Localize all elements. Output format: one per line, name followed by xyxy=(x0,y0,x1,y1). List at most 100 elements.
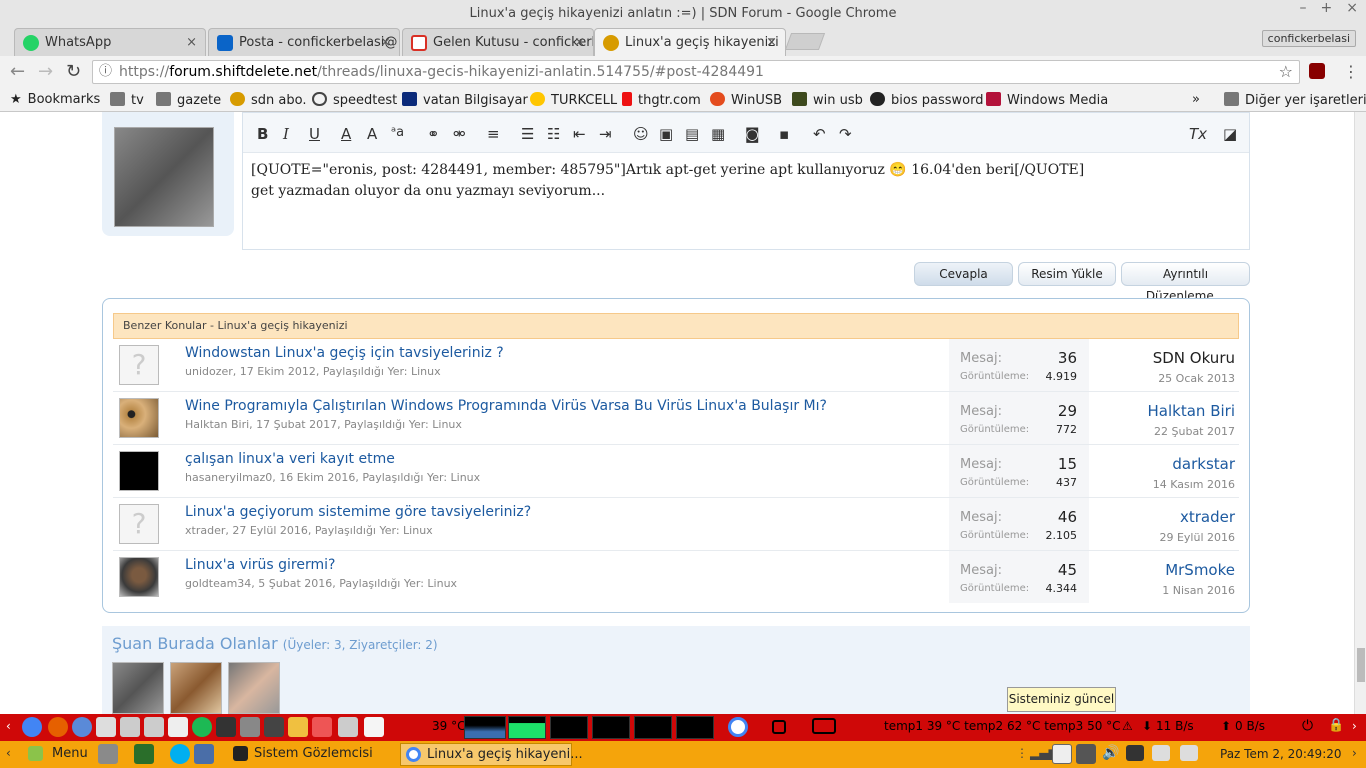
last-poster[interactable]: darkstar xyxy=(1172,455,1235,473)
reload-icon[interactable]: ↻ xyxy=(66,61,81,82)
last-post-date[interactable]: 29 Eylül 2016 xyxy=(1159,531,1235,544)
menu-button[interactable]: Menu xyxy=(22,743,88,766)
bookmark-turkcell[interactable]: TURKCELL xyxy=(530,92,617,108)
network-signal-icon[interactable]: ⚠ xyxy=(1122,719,1133,733)
skype-icon[interactable] xyxy=(170,744,190,764)
bookmark-gazete[interactable]: gazete xyxy=(156,92,221,108)
task-chrome-window[interactable]: Linux'a geçiş hikayeni... xyxy=(400,743,583,766)
text-color-icon[interactable]: A xyxy=(341,125,351,143)
workspace-icon[interactable] xyxy=(134,744,154,764)
bookmarks-more-icon[interactable]: » xyxy=(1192,92,1200,107)
tab-close-icon[interactable]: × xyxy=(574,29,585,56)
avatar[interactable] xyxy=(170,662,222,714)
link-icon[interactable]: ⚭ xyxy=(427,125,440,143)
last-poster[interactable]: xtrader xyxy=(1180,508,1235,526)
close-icon[interactable]: × xyxy=(1346,0,1358,28)
avatar[interactable] xyxy=(228,662,280,714)
app-launcher-icon[interactable] xyxy=(96,717,116,737)
bookmark-vatan[interactable]: vatan Bilgisayar xyxy=(402,92,528,108)
memory-graph[interactable] xyxy=(508,716,546,739)
tab-close-icon[interactable]: × xyxy=(186,29,197,56)
bookmark-thgtr[interactable]: thgtr.com xyxy=(622,92,701,108)
camera-icon[interactable]: ◙ xyxy=(745,125,760,143)
panel-left-arrow-icon[interactable]: ‹ xyxy=(6,719,11,733)
bookmark-win-usb[interactable]: win usb xyxy=(792,92,863,108)
editor-content[interactable]: [QUOTE="eronis, post: 4284491, member: 4… xyxy=(251,160,1084,202)
star-icon[interactable]: ☆ xyxy=(1279,61,1293,83)
table-row[interactable]: çalışan linux'a veri kayıt etme hasanery… xyxy=(113,445,1239,498)
italic-icon[interactable]: I xyxy=(283,125,289,143)
back-icon[interactable]: ← xyxy=(10,61,25,82)
table-row[interactable]: ? Windowstan Linux'a geçiş için tavsiyel… xyxy=(113,339,1239,392)
terminal-launcher-icon[interactable] xyxy=(216,717,236,737)
task-system-monitor[interactable]: Sistem Gözlemcisi xyxy=(228,743,396,766)
page-scrollbar[interactable] xyxy=(1354,112,1366,714)
clock[interactable]: Paz Tem 2, 20:49:20 xyxy=(1220,747,1342,761)
bookmark-speedtest[interactable]: speedtest xyxy=(312,92,397,108)
quote-icon[interactable]: ▦ xyxy=(711,125,725,143)
thread-title[interactable]: çalışan linux'a veri kayıt etme xyxy=(185,451,395,467)
avatar[interactable] xyxy=(112,662,164,714)
media-icon[interactable]: ▤ xyxy=(685,125,699,143)
usb-launcher-icon[interactable] xyxy=(120,717,140,737)
image-viewer-launcher-icon[interactable] xyxy=(312,717,332,737)
show-desktop-icon[interactable] xyxy=(98,744,118,764)
tab-outlook[interactable]: Posta - confickerbelasi@ × xyxy=(208,28,400,56)
calculator-launcher-icon[interactable] xyxy=(168,717,188,737)
text-editor-launcher-icon[interactable] xyxy=(364,717,384,737)
display-icon[interactable] xyxy=(1076,744,1096,764)
maximize-icon[interactable]: + xyxy=(1321,0,1333,28)
gimp-launcher-icon[interactable] xyxy=(338,717,358,737)
chrome-icon[interactable] xyxy=(728,717,748,737)
last-post-date[interactable]: 14 Kasım 2016 xyxy=(1153,478,1235,491)
disk-graph[interactable] xyxy=(634,716,672,739)
tab-sdn-forum[interactable]: Linux'a geçiş hikayenizi × xyxy=(594,28,786,56)
scrollbar-thumb[interactable] xyxy=(1357,648,1365,682)
undo-icon[interactable]: ↶ xyxy=(813,125,826,143)
minimize-icon[interactable]: – xyxy=(1300,0,1307,28)
numbered-list-icon[interactable]: ☷ xyxy=(547,125,560,143)
remove-format-icon[interactable]: Tx xyxy=(1189,125,1207,143)
last-post-date[interactable]: 22 Şubat 2017 xyxy=(1154,425,1235,438)
unlink-icon[interactable]: ⚮ xyxy=(453,125,466,143)
panel-left-arrow-icon[interactable]: ‹ xyxy=(6,746,11,760)
bullet-list-icon[interactable]: ☰ xyxy=(521,125,534,143)
reply-editor[interactable]: B I U A A ᵃa ⚭ ⚮ ≡ ☰ ☷ ⇤ ⇥ ☺ ▣ ▤ ▦ ◙ ▪ ↶… xyxy=(242,112,1250,250)
last-post-date[interactable]: 25 Ocak 2013 xyxy=(1158,372,1235,385)
smiley-icon[interactable]: ☺ xyxy=(633,125,649,143)
avatar[interactable] xyxy=(119,451,159,491)
thread-title[interactable]: Windowstan Linux'a geçiş için tavsiyeler… xyxy=(185,345,504,361)
last-post-date[interactable]: 1 Nisan 2016 xyxy=(1162,584,1235,597)
chrome-launcher-icon[interactable] xyxy=(22,717,42,737)
info-icon[interactable]: ⓘ xyxy=(99,61,112,83)
tab-gmail[interactable]: Gelen Kutusu - confickerb × xyxy=(402,28,594,56)
lock-icon[interactable]: 🔒 xyxy=(1328,718,1344,733)
bookmark-windows-media[interactable]: Windows Media xyxy=(986,92,1108,108)
bookmark-winusb[interactable]: WinUSB xyxy=(710,92,782,108)
tab-whatsapp[interactable]: WhatsApp × xyxy=(14,28,206,56)
redo-icon[interactable]: ↷ xyxy=(839,125,852,143)
detailed-edit-button[interactable]: Ayrıntılı Düzenleme... xyxy=(1121,262,1250,303)
underline-icon[interactable]: U xyxy=(309,125,320,143)
battery-icon[interactable] xyxy=(1126,745,1144,761)
bold-icon[interactable]: B xyxy=(257,125,268,143)
drive-icon[interactable] xyxy=(1152,745,1170,761)
avatar[interactable] xyxy=(119,398,159,438)
table-row[interactable]: ? Linux'a geçiyorum sistemime göre tavsi… xyxy=(113,498,1239,551)
notes-launcher-icon[interactable] xyxy=(288,717,308,737)
ublock-icon[interactable] xyxy=(1309,63,1325,79)
panel-right-arrow-icon[interactable]: › xyxy=(1352,719,1357,733)
reply-button[interactable]: Cevapla xyxy=(914,262,1013,286)
avatar[interactable] xyxy=(114,127,214,227)
toggle-source-icon[interactable]: ◪ xyxy=(1223,125,1237,143)
tray-handle-icon[interactable]: ⋮ xyxy=(1016,746,1028,760)
bookmark-other[interactable]: Diğer yer işaretleri xyxy=(1224,92,1366,108)
bookmark-tv[interactable]: tv xyxy=(110,92,144,108)
stop-icon[interactable] xyxy=(772,720,786,734)
panel-right-arrow-icon[interactable]: › xyxy=(1352,746,1357,760)
tab-close-icon[interactable]: × xyxy=(766,29,777,56)
chromium-launcher-icon[interactable] xyxy=(72,717,92,737)
outdent-icon[interactable]: ⇤ xyxy=(573,125,586,143)
table-row[interactable]: Wine Programıyla Çalıştırılan Windows Pr… xyxy=(113,392,1239,445)
spotify-launcher-icon[interactable] xyxy=(192,717,212,737)
